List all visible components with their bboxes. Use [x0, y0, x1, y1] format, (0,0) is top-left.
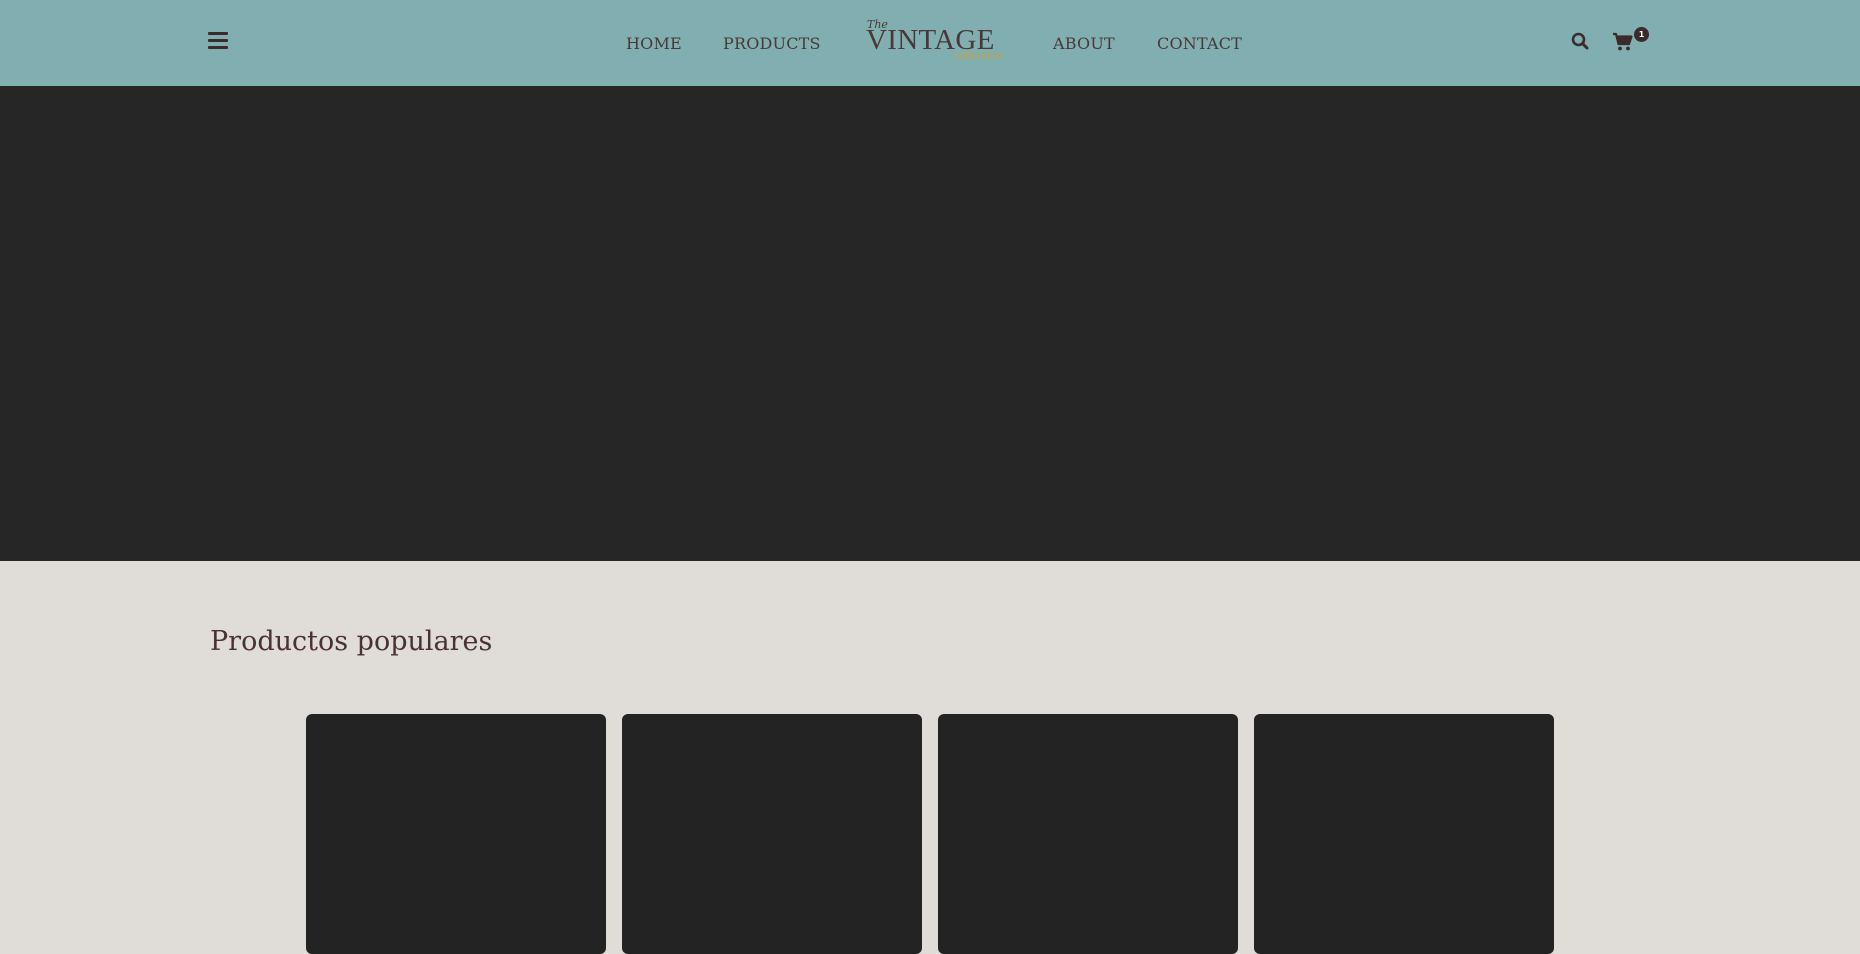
logo-collection-text: collection: [954, 51, 1004, 62]
nav-about-link[interactable]: ABOUT: [1053, 34, 1115, 53]
hamburger-menu-icon[interactable]: [208, 32, 228, 50]
popular-products-heading: Productos populares: [210, 626, 493, 657]
product-card[interactable]: [622, 714, 922, 954]
search-icon[interactable]: [1571, 32, 1589, 50]
nav-products-link[interactable]: PRODUCTS: [723, 34, 821, 53]
vintage-logo[interactable]: The VINTAGE collection: [866, 16, 1003, 66]
hero-banner: [0, 86, 1860, 561]
nav-home-link[interactable]: HOME: [626, 34, 682, 53]
product-card[interactable]: [306, 714, 606, 954]
product-card[interactable]: [938, 714, 1238, 954]
nav-contact-link[interactable]: CONTACT: [1157, 34, 1242, 53]
site-header: HOME PRODUCTS The VINTAGE collection ABO…: [0, 0, 1860, 86]
product-card[interactable]: [1254, 714, 1554, 954]
cart-count-badge: 1: [1634, 27, 1649, 42]
cart-icon[interactable]: [1612, 32, 1634, 52]
